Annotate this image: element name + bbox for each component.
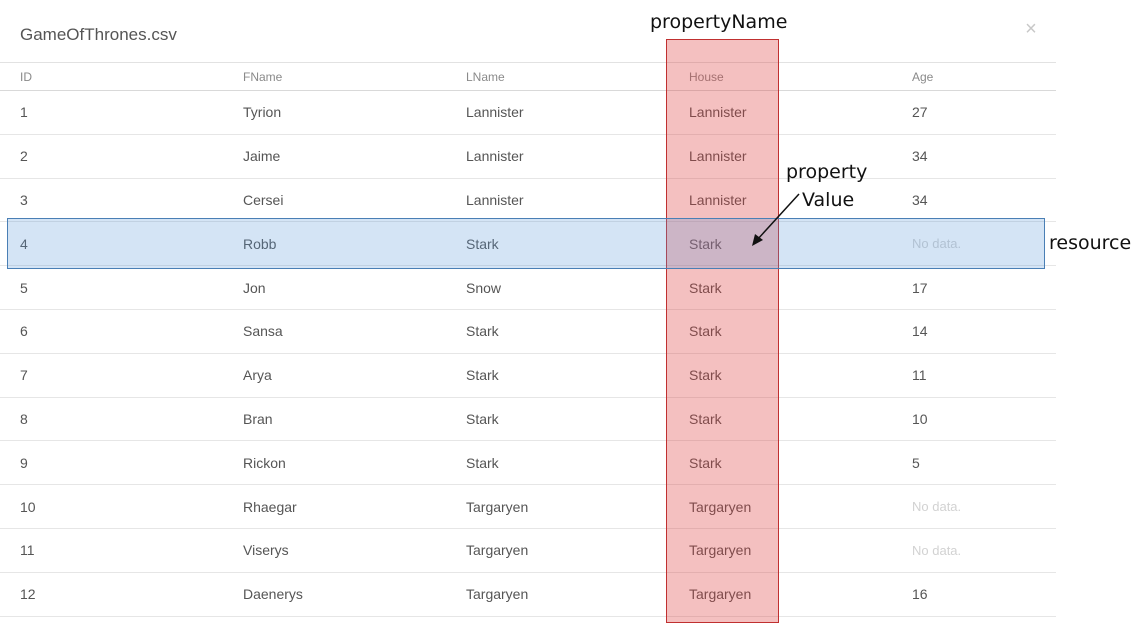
cell-id: 11 xyxy=(20,542,35,559)
table-row[interactable]: 10 Rhaegar Targaryen Targaryen No data. xyxy=(0,485,1056,529)
table-row[interactable]: 11 Viserys Targaryen Targaryen No data. xyxy=(0,529,1056,573)
cell-house: Lannister xyxy=(689,191,747,208)
resource-annotation: resource xyxy=(1049,232,1132,254)
arrow-icon xyxy=(752,193,800,246)
table-row[interactable]: 3 Cersei Lannister Lannister 34 xyxy=(0,179,1056,223)
cell-lname: Lannister xyxy=(466,148,524,165)
cell-house: Stark xyxy=(689,410,722,427)
cell-id: 7 xyxy=(20,367,28,384)
table-row[interactable]: 12 Daenerys Targaryen Targaryen 16 xyxy=(0,573,1056,617)
table-body: 1 Tyrion Lannister Lannister 27 2 Jaime Lannist… xyxy=(0,91,1056,617)
cell-fname: Tyrion xyxy=(243,104,282,121)
cell-house: Targaryen xyxy=(689,586,752,603)
table-header-row: ID FName LName House Age xyxy=(0,63,1056,91)
table-row[interactable]: 6 Sansa Stark Stark 14 xyxy=(0,310,1056,354)
property-value-annotation-line2: Value xyxy=(802,189,855,211)
cell-id: 9 xyxy=(20,454,28,471)
cell-house: Stark xyxy=(689,367,722,384)
cell-id: 10 xyxy=(20,498,36,515)
cell-age: 14 xyxy=(912,323,928,340)
cell-lname: Stark xyxy=(466,410,499,427)
cell-house: Targaryen xyxy=(689,498,752,515)
cell-lname: Stark xyxy=(466,235,499,252)
cell-fname: Viserys xyxy=(243,542,289,559)
cell-lname: Lannister xyxy=(466,191,524,208)
column-header-house[interactable]: House xyxy=(689,63,724,90)
cell-lname: Targaryen xyxy=(466,542,529,559)
cell-id: 8 xyxy=(20,410,28,427)
cell-fname: Jaime xyxy=(243,148,281,165)
cell-lname: Stark xyxy=(466,323,499,340)
cell-age: 27 xyxy=(912,104,928,121)
column-header-fname[interactable]: FName xyxy=(243,63,282,90)
cell-id: 1 xyxy=(20,104,28,121)
table-row[interactable]: 8 Bran Stark Stark 10 xyxy=(0,398,1056,442)
cell-house: Stark xyxy=(689,454,722,471)
cell-age: No data. xyxy=(912,236,962,252)
cell-house: Stark xyxy=(689,279,722,296)
cell-lname: Targaryen xyxy=(466,498,529,515)
cell-house: Lannister xyxy=(689,148,747,165)
table-row[interactable]: 7 Arya Stark Stark 11 xyxy=(0,354,1056,398)
cell-age: 10 xyxy=(912,410,928,427)
cell-id: 2 xyxy=(20,148,28,165)
table-row[interactable]: 9 Rickon Stark Stark 5 xyxy=(0,441,1056,486)
cell-fname: Daenerys xyxy=(243,586,303,603)
cell-fname: Cersei xyxy=(243,191,284,208)
column-header-age[interactable]: Age xyxy=(912,63,933,90)
cell-age: 11 xyxy=(912,367,927,384)
cell-age: 34 xyxy=(912,191,928,208)
cell-age: No data. xyxy=(912,542,962,558)
cell-id: 5 xyxy=(20,279,28,296)
cell-fname: Rickon xyxy=(243,454,286,471)
cell-house: Lannister xyxy=(689,104,747,121)
cell-id: 4 xyxy=(20,235,28,252)
cell-house: Targaryen xyxy=(689,542,752,559)
column-header-lname[interactable]: LName xyxy=(466,63,505,90)
cell-id: 6 xyxy=(20,323,28,340)
page: GameOfThrones.csv × ID FName LName House… xyxy=(0,0,1144,631)
cell-fname: Robb xyxy=(243,235,277,252)
cell-id: 12 xyxy=(20,586,36,603)
cell-lname: Stark xyxy=(466,367,499,384)
table-row[interactable]: 2 Jaime Lannister Lannister 34 xyxy=(0,135,1056,179)
cell-fname: Jon xyxy=(243,279,266,296)
data-table: ID FName LName House Age 1 Tyrion Lanniste… xyxy=(0,63,1056,617)
property-name-annotation: propertyName xyxy=(650,11,788,33)
cell-lname: Stark xyxy=(466,454,499,471)
cell-house: Stark xyxy=(689,323,722,340)
cell-id: 3 xyxy=(20,191,28,208)
column-header-id[interactable]: ID xyxy=(20,63,32,90)
cell-fname: Sansa xyxy=(243,323,283,340)
cell-lname: Targaryen xyxy=(466,586,529,603)
cell-lname: Lannister xyxy=(466,104,524,121)
cell-lname: Snow xyxy=(466,279,502,296)
cell-fname: Rhaegar xyxy=(243,498,297,515)
cell-house: Stark xyxy=(689,235,722,252)
table-row[interactable]: 5 Jon Snow Stark 17 xyxy=(0,266,1056,310)
cell-age: 16 xyxy=(912,586,928,603)
cell-fname: Bran xyxy=(243,410,273,427)
table-row[interactable]: 1 Tyrion Lannister Lannister 27 xyxy=(0,91,1056,135)
cell-fname: Arya xyxy=(243,367,272,384)
cell-age: 5 xyxy=(912,454,920,471)
property-value-annotation-line1: property xyxy=(786,161,868,183)
cell-age: 34 xyxy=(912,148,928,165)
table-row[interactable]: 4 Robb Stark Stark No data. xyxy=(0,222,1056,267)
cell-age: 17 xyxy=(912,279,928,296)
close-icon[interactable]: × xyxy=(1022,18,1040,40)
dialog-title: GameOfThrones.csv xyxy=(20,25,177,44)
cell-age: No data. xyxy=(912,499,962,515)
